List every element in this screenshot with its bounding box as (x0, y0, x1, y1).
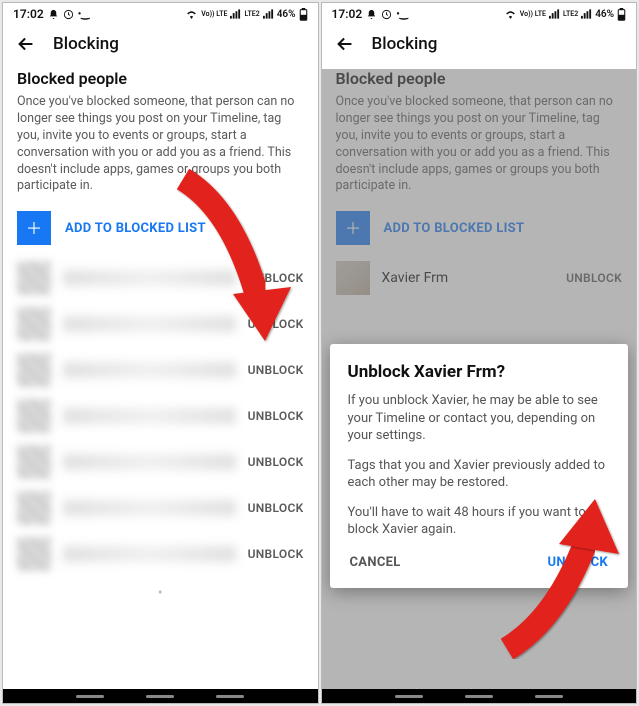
unblock-button[interactable]: UNBLOCK (248, 363, 304, 377)
blocked-name (63, 500, 236, 516)
dialog-text: Tags that you and Xavier previously adde… (348, 457, 611, 492)
more-icon: •‿ (396, 9, 408, 20)
network-label-1: Vo)) LTE (520, 11, 546, 17)
avatar (17, 399, 51, 433)
android-nav-bar (3, 689, 318, 703)
unblock-button[interactable]: UNBLOCK (248, 547, 304, 561)
main-content: Blocked people Once you've blocked someo… (3, 69, 318, 689)
add-to-blocked-button[interactable]: ADD TO BLOCKED LIST (336, 211, 623, 245)
status-bar: 17:02 •‿ Vo)) LTE LTE2 46% (3, 3, 318, 23)
bell-icon (366, 9, 377, 20)
battery-icon (617, 8, 626, 21)
nav-home[interactable] (146, 695, 174, 698)
blocked-name (63, 270, 236, 286)
list-item: UNBLOCK (17, 439, 304, 485)
status-time: 17:02 (332, 7, 363, 21)
signal-icon-2 (581, 9, 592, 19)
blocked-name (63, 546, 236, 562)
section-title: Blocked people (336, 69, 623, 88)
dialog-text: You'll have to wait 48 hours if you want… (348, 504, 611, 539)
unblock-button[interactable]: UNBLOCK (248, 501, 304, 515)
list-item: Xavier Frm UNBLOCK (336, 255, 623, 301)
blocked-name (63, 362, 236, 378)
list-item: UNBLOCK (17, 255, 304, 301)
back-arrow-icon[interactable] (15, 33, 37, 55)
blocked-name: Xavier Frm (382, 270, 555, 286)
battery-percent: 46% (277, 9, 296, 20)
bell-icon (48, 9, 59, 20)
blocked-list: UNBLOCK UNBLOCK UNBLOCK UNBLOCK UNBLOCK … (17, 255, 304, 577)
dialog-body: If you unblock Xavier, he may be able to… (348, 392, 611, 539)
list-item: UNBLOCK (17, 347, 304, 393)
avatar (17, 353, 51, 387)
plus-icon (17, 211, 51, 245)
wifi-icon (504, 9, 517, 19)
avatar (336, 261, 370, 295)
page-title: Blocking (53, 34, 119, 54)
unblock-dialog: Unblock Xavier Frm? If you unblock Xavie… (330, 344, 629, 588)
wifi-icon (185, 9, 198, 19)
more-icon: •‿ (78, 9, 90, 20)
dialog-text: If you unblock Xavier, he may be able to… (348, 392, 611, 445)
section-title: Blocked people (17, 69, 304, 88)
avatar (17, 537, 51, 571)
signal-icon-2 (263, 9, 274, 19)
blocked-name (63, 408, 236, 424)
battery-icon (299, 8, 308, 21)
nav-recent[interactable] (395, 695, 423, 698)
page-title: Blocking (372, 34, 438, 54)
screenshot-left: 17:02 •‿ Vo)) LTE LTE2 46% Blocking Bloc… (2, 2, 319, 704)
avatar (17, 491, 51, 525)
add-button-label: ADD TO BLOCKED LIST (384, 221, 525, 236)
clock-icon (63, 9, 74, 20)
unblock-button[interactable]: UNBLOCK (566, 271, 622, 285)
status-bar: 17:02 •‿ Vo)) LTE LTE2 46% (322, 3, 637, 23)
network-label-2: LTE2 (244, 11, 259, 17)
nav-back[interactable] (535, 695, 563, 698)
status-time: 17:02 (13, 7, 44, 21)
signal-icon-1 (230, 9, 241, 19)
battery-percent: 46% (595, 9, 614, 20)
list-item: UNBLOCK (17, 531, 304, 577)
cancel-button[interactable]: CANCEL (348, 551, 403, 574)
main-content: Blocked people Once you've blocked someo… (322, 69, 637, 689)
add-button-label: ADD TO BLOCKED LIST (65, 221, 206, 236)
page-indicator: • (17, 577, 304, 609)
signal-icon-1 (549, 9, 560, 19)
app-bar: Blocking (322, 23, 637, 69)
avatar (17, 445, 51, 479)
list-item: UNBLOCK (17, 485, 304, 531)
avatar (17, 261, 51, 295)
unblock-button[interactable]: UNBLOCK (248, 409, 304, 423)
network-label-1: Vo)) LTE (201, 11, 227, 17)
network-label-2: LTE2 (563, 11, 578, 17)
avatar (17, 307, 51, 341)
nav-recent[interactable] (76, 695, 104, 698)
unblock-button[interactable]: UNBLOCK (248, 317, 304, 331)
nav-home[interactable] (465, 695, 493, 698)
dialog-title: Unblock Xavier Frm? (348, 362, 611, 382)
unblock-button[interactable]: UNBLOCK (248, 455, 304, 469)
android-nav-bar (322, 689, 637, 703)
screenshot-right: 17:02 •‿ Vo)) LTE LTE2 46% Blocking Bloc… (321, 2, 638, 704)
list-item: UNBLOCK (17, 301, 304, 347)
plus-icon (336, 211, 370, 245)
app-bar: Blocking (3, 23, 318, 69)
blocked-name (63, 454, 236, 470)
back-arrow-icon[interactable] (334, 33, 356, 55)
list-item: UNBLOCK (17, 393, 304, 439)
nav-back[interactable] (216, 695, 244, 698)
blocked-name (63, 316, 236, 332)
section-desc: Once you've blocked someone, that person… (17, 94, 304, 195)
add-to-blocked-button[interactable]: ADD TO BLOCKED LIST (17, 211, 304, 245)
section-desc: Once you've blocked someone, that person… (336, 94, 623, 195)
dialog-actions: CANCEL UNBLOCK (348, 551, 611, 574)
clock-icon (381, 9, 392, 20)
unblock-button[interactable]: UNBLOCK (248, 271, 304, 285)
confirm-unblock-button[interactable]: UNBLOCK (546, 551, 611, 574)
